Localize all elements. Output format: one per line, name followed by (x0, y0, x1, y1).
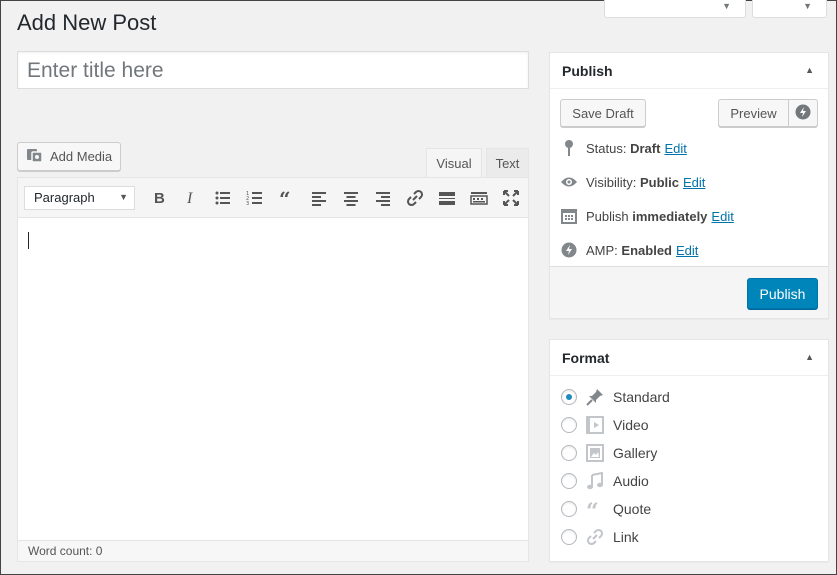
amp-row: AMP: Enabled Edit (560, 241, 698, 259)
format-select-value: Paragraph (34, 190, 95, 205)
svg-text:“: “ (586, 500, 599, 518)
fullscreen-icon[interactable] (495, 183, 527, 213)
quote-icon: “ (585, 499, 605, 519)
bold-icon[interactable]: B (143, 183, 175, 213)
radio-standard[interactable] (561, 389, 577, 405)
edit-schedule-link[interactable]: Edit (711, 209, 733, 224)
editor: Paragraph ▼ B I 123 “ Word count: 0 (17, 177, 529, 562)
text-cursor (28, 232, 29, 249)
format-label-link: Link (613, 529, 639, 545)
align-right-icon[interactable] (367, 183, 399, 213)
publish-box-header[interactable]: Publish ▲ (550, 53, 828, 89)
word-count: Word count: 0 (18, 540, 528, 561)
format-label-quote: Quote (613, 501, 652, 517)
read-more-icon[interactable] (431, 183, 463, 213)
schedule-value: immediately (632, 208, 708, 224)
schedule-row: Publish immediately Edit (560, 207, 734, 225)
chevron-down-icon: ▼ (119, 191, 128, 202)
media-icon (26, 147, 44, 166)
blockquote-icon[interactable]: “ (271, 183, 303, 213)
format-label-audio: Audio (613, 473, 649, 489)
schedule-label: Publish (586, 208, 629, 224)
toolbar-toggle-icon[interactable] (463, 183, 495, 213)
visibility-value: Public (639, 174, 679, 190)
publish-actions: Publish (550, 266, 828, 318)
numbered-list-icon[interactable]: 123 (239, 183, 271, 213)
edit-status-link[interactable]: Edit (664, 141, 686, 156)
format-label-gallery: Gallery (613, 445, 658, 461)
svg-text:B: B (154, 190, 165, 207)
format-select[interactable]: Paragraph ▼ (24, 185, 135, 210)
format-option-audio[interactable]: Audio (561, 471, 649, 491)
format-option-standard[interactable]: Standard (561, 387, 670, 407)
bullet-list-icon[interactable] (207, 183, 239, 213)
publish-button[interactable]: Publish (747, 278, 818, 309)
radio-video[interactable] (561, 417, 577, 433)
radio-gallery[interactable] (561, 445, 577, 461)
format-box-title: Format (562, 349, 610, 366)
visibility-label: Visibility: (586, 174, 637, 190)
calendar-icon (560, 207, 578, 225)
preview-button[interactable]: Preview (718, 99, 789, 127)
visibility-row: Visibility: Public Edit (560, 173, 705, 191)
format-box-header[interactable]: Format ▲ (550, 340, 828, 376)
gallery-icon (585, 443, 605, 463)
editor-content-area[interactable] (18, 218, 528, 540)
italic-icon[interactable]: I (175, 183, 207, 213)
align-center-icon[interactable] (335, 183, 367, 213)
format-option-quote[interactable]: “ Quote (561, 499, 651, 519)
video-icon (585, 415, 605, 435)
pin-icon (560, 139, 578, 157)
eye-icon (560, 173, 578, 191)
radio-link[interactable] (561, 529, 577, 545)
chevron-down-icon: ▼ (803, 1, 812, 11)
format-box: Format ▲ Standard Video Gallery Audio “ (549, 339, 829, 562)
amp-value: Enabled (621, 242, 672, 258)
format-option-video[interactable]: Video (561, 415, 649, 435)
link-icon (585, 527, 605, 547)
svg-text:3: 3 (246, 201, 249, 207)
help-tab[interactable]: ▼ (752, 0, 827, 18)
amp-label: AMP: (586, 242, 618, 258)
pin-icon (585, 387, 605, 407)
svg-text:I: I (186, 190, 193, 207)
chevron-down-icon: ▼ (722, 1, 731, 11)
add-media-label: Add Media (50, 149, 113, 164)
tab-visual[interactable]: Visual (426, 148, 482, 177)
status-value: Draft (630, 140, 661, 156)
edit-amp-link[interactable]: Edit (676, 243, 698, 258)
status-label: Status: (586, 140, 627, 156)
format-label-video: Video (613, 417, 649, 433)
svg-text:“: “ (279, 189, 291, 207)
title-input[interactable]: Enter title here (17, 51, 529, 89)
format-option-link[interactable]: Link (561, 527, 639, 547)
format-option-gallery[interactable]: Gallery (561, 443, 657, 463)
amp-icon (795, 104, 811, 123)
tab-text[interactable]: Text (486, 148, 529, 177)
save-draft-button[interactable]: Save Draft (560, 99, 646, 127)
format-label-standard: Standard (613, 389, 670, 405)
screen-options-tab[interactable]: ▼ (604, 0, 746, 18)
link-icon[interactable] (399, 183, 431, 213)
publish-box: Publish ▲ Save Draft Preview Status: Dra… (549, 52, 829, 319)
status-row: Status: Draft Edit (560, 139, 687, 157)
amp-icon (560, 241, 578, 259)
align-left-icon[interactable] (303, 183, 335, 213)
edit-visibility-link[interactable]: Edit (683, 175, 705, 190)
radio-audio[interactable] (561, 473, 577, 489)
radio-quote[interactable] (561, 501, 577, 517)
editor-toolbar: Paragraph ▼ B I 123 “ (18, 178, 528, 218)
page-title: Add New Post (17, 10, 157, 35)
publish-box-title: Publish (562, 62, 613, 79)
collapse-arrow-icon[interactable]: ▲ (805, 65, 814, 75)
amp-preview-button[interactable] (789, 99, 818, 127)
audio-icon (585, 471, 605, 491)
collapse-arrow-icon[interactable]: ▲ (805, 352, 814, 362)
add-media-button[interactable]: Add Media (17, 142, 121, 171)
